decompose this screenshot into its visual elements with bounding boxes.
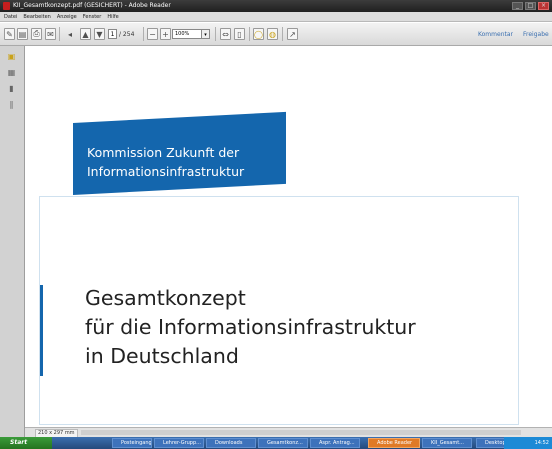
title-line-3: in Deutschland xyxy=(85,344,239,368)
taskbar-item[interactable]: Lehrer-Grupp... xyxy=(154,438,204,448)
minimize-button[interactable]: _ xyxy=(512,2,523,10)
taskbar-item[interactable]: Gesamtkonz... xyxy=(258,438,308,448)
page-thumbnails-icon[interactable]: ▦ xyxy=(7,68,16,78)
fit-width-icon[interactable]: ▯ xyxy=(234,28,245,40)
commission-header: Kommission Zukunft der Informationsinfra… xyxy=(87,143,287,181)
windows-taskbar: Start Posteingang - M... Lehrer-Grupp...… xyxy=(0,437,552,449)
system-tray-clock: 14:52 xyxy=(504,437,552,449)
first-page-icon[interactable]: ◂ xyxy=(64,28,76,40)
select-tool-icon[interactable]: ↗ xyxy=(287,28,298,40)
menu-bearbeiten[interactable]: Bearbeiten xyxy=(23,12,50,21)
menu-fenster[interactable]: Fenster xyxy=(83,12,102,21)
title-accent-bar xyxy=(40,285,43,376)
zoom-out-icon[interactable]: − xyxy=(147,28,158,40)
zoom-level-input[interactable]: 100% xyxy=(172,29,202,39)
security-lock-icon[interactable]: ▣ xyxy=(7,52,16,62)
menu-hilfe[interactable]: Hilfe xyxy=(107,12,118,21)
toolbar-separator xyxy=(282,27,283,41)
taskbar-item[interactable]: Desktop xyxy=(476,438,506,448)
zoom-dropdown-icon[interactable]: ▾ xyxy=(202,29,210,39)
highlight-icon[interactable]: ◍ xyxy=(267,28,278,40)
zoom-in-icon[interactable]: + xyxy=(160,28,171,40)
page-total-label: / 254 xyxy=(119,31,135,38)
create-pdf-icon[interactable]: ✎ xyxy=(4,28,15,40)
print-icon[interactable]: ⎙ xyxy=(31,28,42,40)
toolbar-separator xyxy=(143,27,144,41)
menu-bar: Datei Bearbeiten Anzeige Fenster Hilfe xyxy=(0,12,552,22)
previous-page-icon[interactable]: ▲ xyxy=(80,28,91,40)
toolbar-separator xyxy=(215,27,216,41)
window-title: KII_Gesamtkonzept.pdf (GESICHERT) - Adob… xyxy=(13,2,171,9)
document-viewport[interactable]: Kommission Zukunft der Informationsinfra… xyxy=(25,46,552,427)
title-line-2: für die Informationsinfrastruktur xyxy=(85,315,416,339)
menu-anzeige[interactable]: Anzeige xyxy=(57,12,77,21)
close-button[interactable]: × xyxy=(538,2,549,10)
attachments-icon[interactable]: ∥ xyxy=(7,100,16,110)
title-line-1: Gesamtkonzept xyxy=(85,286,246,310)
toolbar-separator xyxy=(249,27,250,41)
window-titlebar: KII_Gesamtkonzept.pdf (GESICHERT) - Adob… xyxy=(0,0,552,12)
freigeben-button[interactable]: Freigabe xyxy=(523,29,549,40)
taskbar-item[interactable]: Downloads xyxy=(206,438,256,448)
bookmarks-icon[interactable]: ▮ xyxy=(7,84,16,94)
commission-line-1: Kommission Zukunft der xyxy=(87,145,240,160)
comment-icon[interactable]: ◯ xyxy=(253,28,264,40)
taskbar-item[interactable]: Posteingang - M... xyxy=(112,438,152,448)
taskbar-item[interactable]: Aspr. Antrag... xyxy=(310,438,360,448)
navigation-panel: ▣ ▦ ▮ ∥ xyxy=(0,46,25,437)
taskbar-item[interactable]: KII_Gesamt... xyxy=(422,438,472,448)
toolbar-separator xyxy=(59,27,60,41)
window-controls: _ □ × xyxy=(512,2,549,10)
page-number-input[interactable]: 1 xyxy=(108,29,117,39)
email-icon[interactable]: ✉ xyxy=(45,28,56,40)
horizontal-scrollbar[interactable] xyxy=(81,430,521,435)
taskbar-item-active[interactable]: Adobe Reader xyxy=(368,438,420,448)
maximize-button[interactable]: □ xyxy=(525,2,536,10)
status-bar: 210 x 297 mm xyxy=(25,427,552,438)
fit-page-icon[interactable]: ⇔ xyxy=(220,28,231,40)
kommentar-button[interactable]: Kommentar xyxy=(478,29,513,40)
menu-datei[interactable]: Datei xyxy=(4,12,17,21)
next-page-icon[interactable]: ▼ xyxy=(94,28,105,40)
open-icon[interactable]: ▤ xyxy=(17,28,28,40)
adobe-reader-icon xyxy=(3,2,10,10)
main-toolbar: ✎ ▤ ⎙ ✉ ◂ ▲ ▼ 1 / 254 − + 100% ▾ ⇔ ▯ ◯ ◍… xyxy=(0,23,552,46)
commission-line-2: Informationsinfrastruktur xyxy=(87,164,245,179)
start-button[interactable]: Start xyxy=(0,437,52,449)
document-title: Gesamtkonzept für die Informationsinfras… xyxy=(85,284,525,371)
